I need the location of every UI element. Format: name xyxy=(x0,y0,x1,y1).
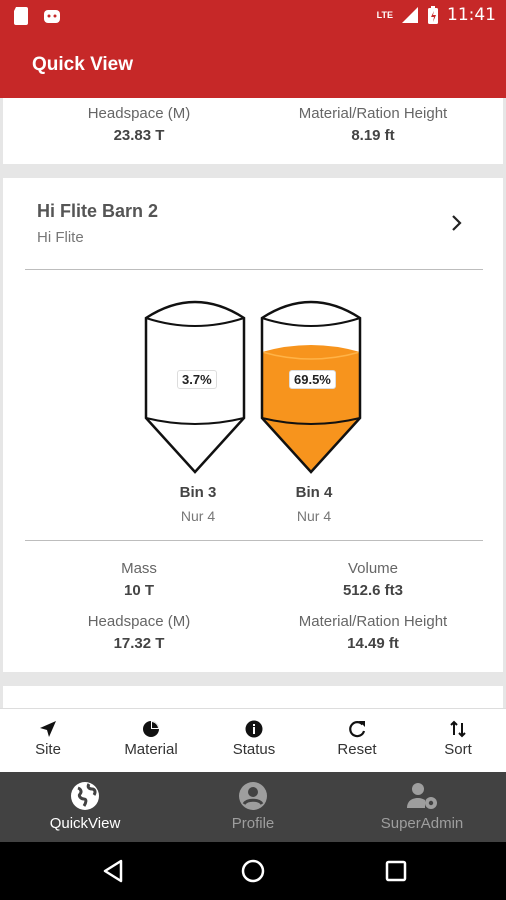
status-button-label: Status xyxy=(232,741,276,758)
site-card: Hi Flite Barn 2 Hi Flite 3.7% Bin 3 Nur … xyxy=(3,178,503,672)
bin-silo[interactable]: 3.7% xyxy=(143,290,253,476)
system-navigation-bar xyxy=(0,842,506,900)
height-label: Material/Ration Height xyxy=(298,613,448,630)
sort-button[interactable]: Sort xyxy=(413,719,503,758)
navigation-arrow-icon xyxy=(40,721,56,737)
account-circle-icon xyxy=(239,782,267,810)
nav-quickview-label: QuickView xyxy=(49,815,121,832)
back-icon[interactable] xyxy=(100,858,126,884)
signal-icon xyxy=(402,7,418,23)
headspace-value: 23.83 T xyxy=(113,127,165,144)
height-label: Material/Ration Height xyxy=(298,105,448,122)
site-header[interactable]: Hi Flite Barn 2 Hi Flite xyxy=(3,178,503,270)
volume-label: Volume xyxy=(347,560,399,577)
sort-button-label: Sort xyxy=(444,741,472,758)
pie-chart-icon xyxy=(143,721,159,737)
recents-icon[interactable] xyxy=(383,858,409,884)
headspace-stat: Headspace (M) 17.32 T xyxy=(19,613,259,652)
nav-profile[interactable]: Profile xyxy=(183,780,323,832)
volume-value: 512.6 ft3 xyxy=(342,582,404,599)
globe-icon xyxy=(71,782,99,810)
home-icon[interactable] xyxy=(240,858,266,884)
headspace-label: Headspace (M) xyxy=(87,105,191,122)
divider xyxy=(25,540,483,541)
divider xyxy=(25,269,483,270)
battery-charging-icon xyxy=(428,6,438,24)
sort-icon xyxy=(450,720,466,738)
chevron-right-icon[interactable] xyxy=(447,214,465,232)
bin-material: Nur 4 xyxy=(296,508,332,524)
bin-silo[interactable]: 69.5% xyxy=(259,290,369,476)
headspace-label: Headspace (M) xyxy=(87,613,191,630)
bin-fill-percent: 69.5% xyxy=(289,370,336,389)
material-button-label: Material xyxy=(124,741,178,758)
volume-stat: Volume 512.6 ft3 xyxy=(253,560,493,599)
reset-button-label: Reset xyxy=(337,741,377,758)
action-toolbar: Site Material Status Reset Sort xyxy=(0,708,506,772)
site-name: Hi Flite Barn 2 xyxy=(37,201,159,221)
material-button[interactable]: Material xyxy=(106,719,196,758)
bin-fill-percent: 3.7% xyxy=(177,370,217,389)
bin-name: Bin 4 xyxy=(295,484,333,501)
headspace-value: 17.32 T xyxy=(113,635,165,652)
info-icon xyxy=(245,720,263,738)
refresh-icon xyxy=(349,721,366,738)
site-button-label: Site xyxy=(35,741,61,758)
site-subtitle: Hi Flite xyxy=(37,229,84,246)
nav-superadmin-label: SuperAdmin xyxy=(380,815,464,832)
mass-label: Mass xyxy=(121,560,157,577)
height-stat: Material/Ration Height 14.49 ft xyxy=(253,613,493,652)
android-debug-icon xyxy=(44,10,60,23)
reset-button[interactable]: Reset xyxy=(312,719,402,758)
height-value: 8.19 ft xyxy=(351,127,395,144)
site-list[interactable]: Headspace (M) 23.83 T Material/Ration He… xyxy=(0,98,506,708)
site-card-next xyxy=(3,686,503,708)
bin-material: Nur 4 xyxy=(180,508,216,524)
bin-name: Bin 3 xyxy=(179,484,217,501)
headspace-stat: Headspace (M) 23.83 T xyxy=(19,105,259,144)
mass-stat: Mass 10 T xyxy=(19,560,259,599)
nav-profile-label: Profile xyxy=(231,815,275,832)
nav-superadmin[interactable]: SuperAdmin xyxy=(352,780,492,832)
status-button[interactable]: Status xyxy=(209,719,299,758)
page-title: Quick View xyxy=(32,54,134,75)
network-type: LTE xyxy=(376,10,393,20)
height-value: 14.49 ft xyxy=(347,635,399,652)
site-button[interactable]: Site xyxy=(3,719,93,758)
status-bar: LTE 11:41 xyxy=(0,0,506,32)
sd-card-icon xyxy=(14,7,28,25)
bottom-navigation: QuickView Profile SuperAdmin xyxy=(0,772,506,842)
clock: 11:41 xyxy=(447,5,496,25)
nav-quickview[interactable]: QuickView xyxy=(15,780,155,832)
site-card-partial: Headspace (M) 23.83 T Material/Ration He… xyxy=(3,98,503,164)
height-stat: Material/Ration Height 8.19 ft xyxy=(253,105,493,144)
app-bar: Quick View xyxy=(0,32,506,98)
mass-value: 10 T xyxy=(123,582,154,599)
admin-user-gear-icon xyxy=(407,783,437,809)
